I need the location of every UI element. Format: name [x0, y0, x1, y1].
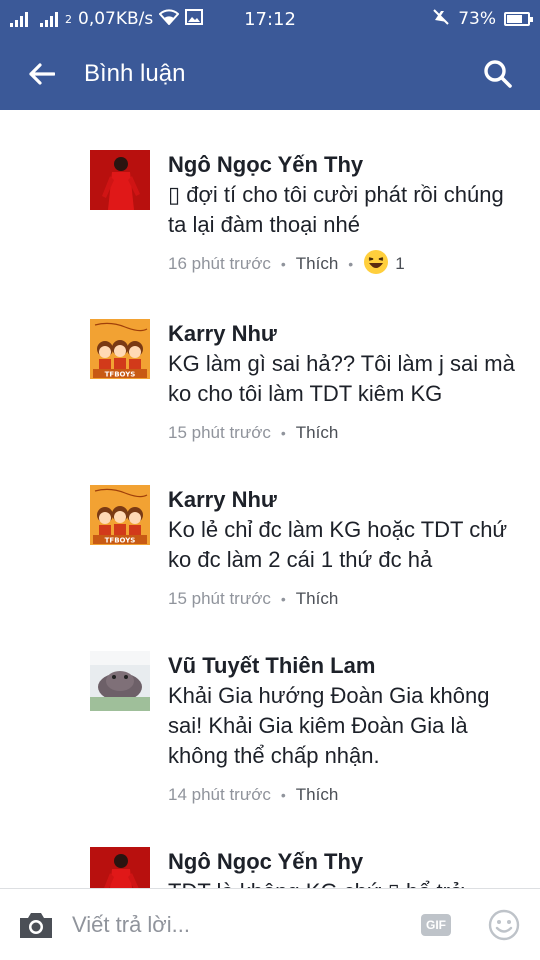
- comment-author[interactable]: Karry Như: [168, 319, 518, 349]
- like-button[interactable]: Thích: [296, 785, 339, 805]
- comment-meta: 14 phút trước • Thích: [168, 781, 518, 809]
- comment-meta: 16 phút trước • Thích • 1: [168, 249, 518, 280]
- comment-meta: 15 phút trước • Thích: [168, 585, 518, 613]
- gif-button[interactable]: GIF: [404, 889, 468, 960]
- comment-time: 14 phút trước: [168, 785, 271, 804]
- avatar[interactable]: TFBOYS: [90, 319, 150, 379]
- reaction-count: 1: [395, 254, 405, 273]
- tfboys-logo: TFBOYS: [105, 537, 136, 545]
- search-button[interactable]: [456, 38, 540, 110]
- like-button[interactable]: Thích: [296, 254, 339, 274]
- comment-text: KG làm gì sai hả?? Tôi làm j sai mà ko c…: [168, 351, 515, 406]
- sim2-tag: 2: [65, 12, 72, 26]
- comment-author[interactable]: Ngô Ngọc Yến Thy: [168, 150, 518, 180]
- smiley-icon: [488, 909, 520, 940]
- status-bar: 2 0,07KB/s 17:12 73%: [0, 0, 540, 38]
- gif-label: GIF: [421, 913, 451, 936]
- separator-dot: •: [280, 787, 286, 803]
- network-speed: 0,07KB/s: [78, 9, 154, 29]
- status-right: 73%: [432, 8, 533, 31]
- comment-time: 15 phút trước: [168, 589, 271, 608]
- tfboys-logo: TFBOYS: [105, 371, 136, 379]
- comment-body: Vũ Tuyết Thiên Lam Khải Gia hướng Đoàn G…: [168, 651, 518, 809]
- avatar[interactable]: [90, 847, 150, 888]
- signal-icon: [10, 11, 28, 27]
- status-left: 2 0,07KB/s: [10, 8, 204, 30]
- comment-body: Ngô Ngọc Yến Thy TDT là không KG chứ ▯ b…: [168, 847, 518, 888]
- avatar[interactable]: [90, 651, 150, 711]
- like-button[interactable]: Thích: [296, 589, 339, 609]
- battery-icon: [504, 12, 533, 26]
- page-title: Bình luận: [84, 60, 186, 87]
- comment-meta: 15 phút trước • Thích: [168, 419, 518, 447]
- comment-text: TDT là không KG chứ ▯ bổ trở: [168, 877, 518, 888]
- comment-body: Ngô Ngọc Yến Thy ▯ đợi tí cho tôi cười p…: [168, 150, 518, 278]
- avatar[interactable]: TFBOYS: [90, 485, 150, 545]
- battery-fill: [507, 15, 522, 23]
- haha-emoji-icon: [363, 249, 389, 280]
- comment-time: 16 phút trước: [168, 254, 271, 273]
- comment-author[interactable]: Karry Như: [168, 485, 518, 515]
- comment-text: Khải Gia hướng Đoàn Gia không sai! Khải …: [168, 683, 490, 768]
- search-icon: [484, 60, 512, 88]
- reply-input[interactable]: [72, 911, 404, 938]
- separator-dot: •: [280, 591, 286, 607]
- comment-text: ▯ đợi tí cho tôi cười phát rồi chúng ta …: [168, 182, 504, 237]
- like-button[interactable]: Thích: [296, 423, 339, 443]
- comment-list[interactable]: Ngô Ngọc Yến Thy ▯ đợi tí cho tôi cười p…: [0, 110, 540, 888]
- separator-dot: •: [280, 256, 286, 272]
- emoji-button[interactable]: [468, 889, 540, 960]
- battery-percent: 73%: [458, 9, 496, 29]
- back-button[interactable]: [0, 38, 84, 110]
- comment-time: 15 phút trước: [168, 423, 271, 442]
- separator-dot: •: [348, 256, 354, 272]
- reply-composer: GIF: [0, 888, 540, 960]
- arrow-left-icon: [29, 63, 55, 85]
- app-bar: Bình luận: [0, 38, 540, 110]
- avatar[interactable]: [90, 150, 150, 210]
- comment-text: Ko lẻ chỉ đc làm KG hoặc TDT chứ ko đc l…: [168, 517, 508, 572]
- mute-icon: [432, 8, 450, 31]
- signal-icon-sim2: [40, 11, 58, 27]
- camera-icon: [20, 912, 52, 938]
- separator-dot: •: [280, 425, 286, 441]
- reaction-summary[interactable]: 1: [363, 249, 405, 280]
- comment-author[interactable]: Vũ Tuyết Thiên Lam: [168, 651, 518, 681]
- camera-button[interactable]: [0, 889, 72, 960]
- wifi-icon: [158, 8, 180, 30]
- comment-author[interactable]: Ngô Ngọc Yến Thy: [168, 847, 518, 877]
- comment-body: Karry Như KG làm gì sai hả?? Tôi làm j s…: [168, 319, 518, 447]
- comment-body: Karry Như Ko lẻ chỉ đc làm KG hoặc TDT c…: [168, 485, 518, 613]
- gallery-icon: [185, 8, 204, 30]
